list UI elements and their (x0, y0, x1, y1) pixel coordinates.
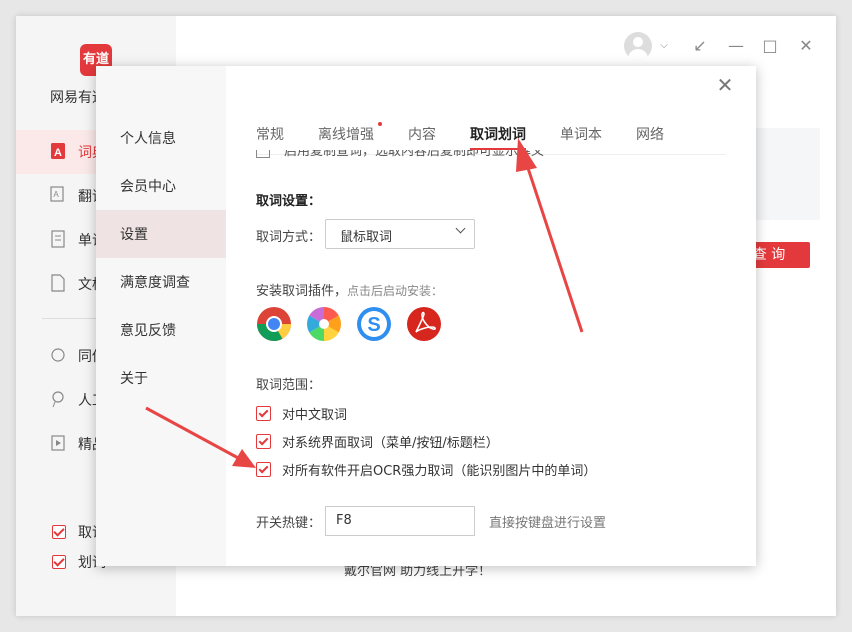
tab-offline[interactable]: 离线增强 (318, 124, 374, 144)
human-translation-icon (52, 391, 64, 408)
tab-content[interactable]: 内容 (408, 124, 436, 144)
chevron-down-icon[interactable]: ⌵ (654, 36, 674, 56)
checkbox-icon (52, 555, 66, 569)
user-avatar[interactable] (624, 32, 652, 60)
checkbox-icon (256, 406, 271, 421)
hotkey-input[interactable]: F8 (325, 506, 475, 536)
dialog-close-icon[interactable]: ✕ (714, 74, 736, 96)
tab-network[interactable]: 网络 (636, 124, 664, 144)
method-label: 取词方式： (256, 230, 322, 245)
nav-label: 会员中心 (120, 179, 176, 195)
plugin-label: 安装取词插件，点击后启动安装： (256, 280, 443, 299)
dialog-nav-membership[interactable]: 会员中心 (96, 162, 226, 210)
hotkey-hint: 直接按键盘进行设置 (489, 516, 607, 531)
select-value: 鼠标取词 (340, 230, 393, 245)
checkbox-label: 对所有软件开启OCR强力取词（能识别图片中的单词） (282, 464, 597, 479)
shrink-icon[interactable]: ↙ (690, 36, 710, 56)
chevron-down-icon (455, 223, 466, 234)
course-icon (51, 435, 65, 451)
close-icon[interactable]: ✕ (796, 36, 816, 56)
new-badge-dot (378, 122, 382, 126)
checkbox-label: 启用复制查词，选取内容后复制即可显示释义 (284, 150, 545, 159)
tab-general[interactable]: 常规 (256, 124, 284, 144)
settings-dialog: 个人信息 会员中心 设置 满意度调查 意见反馈 关于 ✕ 常规 离线增强 内容 … (96, 66, 756, 566)
capture-method-select[interactable]: 鼠标取词 (325, 219, 475, 249)
hotkey-value: F8 (336, 513, 352, 528)
wordbook-icon (51, 230, 65, 248)
svg-text:A: A (53, 190, 59, 199)
dictionary-icon: A (51, 143, 65, 159)
nav-label: 个人信息 (120, 131, 176, 147)
dialog-nav-profile[interactable]: 个人信息 (96, 114, 226, 162)
plugin-label-text: 安装取词插件， (256, 284, 348, 299)
checkbox-icon (256, 434, 271, 449)
chrome-icon[interactable] (256, 306, 292, 342)
nav-label: 意见反馈 (120, 323, 176, 339)
plugin-hint: 点击后启动安装： (347, 284, 444, 298)
dialog-nav-survey[interactable]: 满意度调查 (96, 258, 226, 306)
section-title: 取词设置： (256, 194, 322, 209)
translate-icon: A (50, 186, 64, 202)
svg-text:A: A (54, 147, 62, 159)
maximize-icon[interactable]: □ (760, 36, 780, 56)
tab-wordbook[interactable]: 单词本 (560, 124, 602, 144)
svg-text:S: S (367, 314, 380, 336)
document-icon (51, 274, 65, 292)
checkbox-label: 对中文取词 (282, 408, 348, 423)
minimize-icon[interactable]: — (726, 36, 746, 56)
nav-label: 满意度调查 (120, 275, 190, 291)
sogou-browser-icon[interactable]: S (356, 306, 392, 342)
dialog-nav-about[interactable]: 关于 (96, 354, 226, 402)
dialog-nav-settings[interactable]: 设置 (96, 210, 226, 258)
dialog-nav-feedback[interactable]: 意见反馈 (96, 306, 226, 354)
checkbox-icon (256, 150, 270, 158)
checkbox-icon (52, 525, 66, 539)
checkbox-icon (256, 462, 271, 477)
interpretation-icon (51, 348, 65, 362)
color-pinwheel-icon[interactable] (306, 306, 342, 342)
tab-word-capture[interactable]: 取词划词 (470, 124, 526, 150)
pdf-reader-icon[interactable] (406, 306, 442, 342)
nav-label: 关于 (120, 371, 148, 387)
copy-lookup-option[interactable]: 启用复制查词，选取内容后复制即可显示释义 (256, 150, 726, 160)
range-label: 取词范围： (256, 378, 322, 393)
nav-label: 设置 (120, 227, 148, 243)
hotkey-label: 开关热键： (256, 516, 322, 531)
checkbox-label: 对系统界面取词（菜单/按钮/标题栏） (282, 436, 499, 451)
dialog-sidebar: 个人信息 会员中心 设置 满意度调查 意见反馈 关于 (96, 66, 226, 566)
